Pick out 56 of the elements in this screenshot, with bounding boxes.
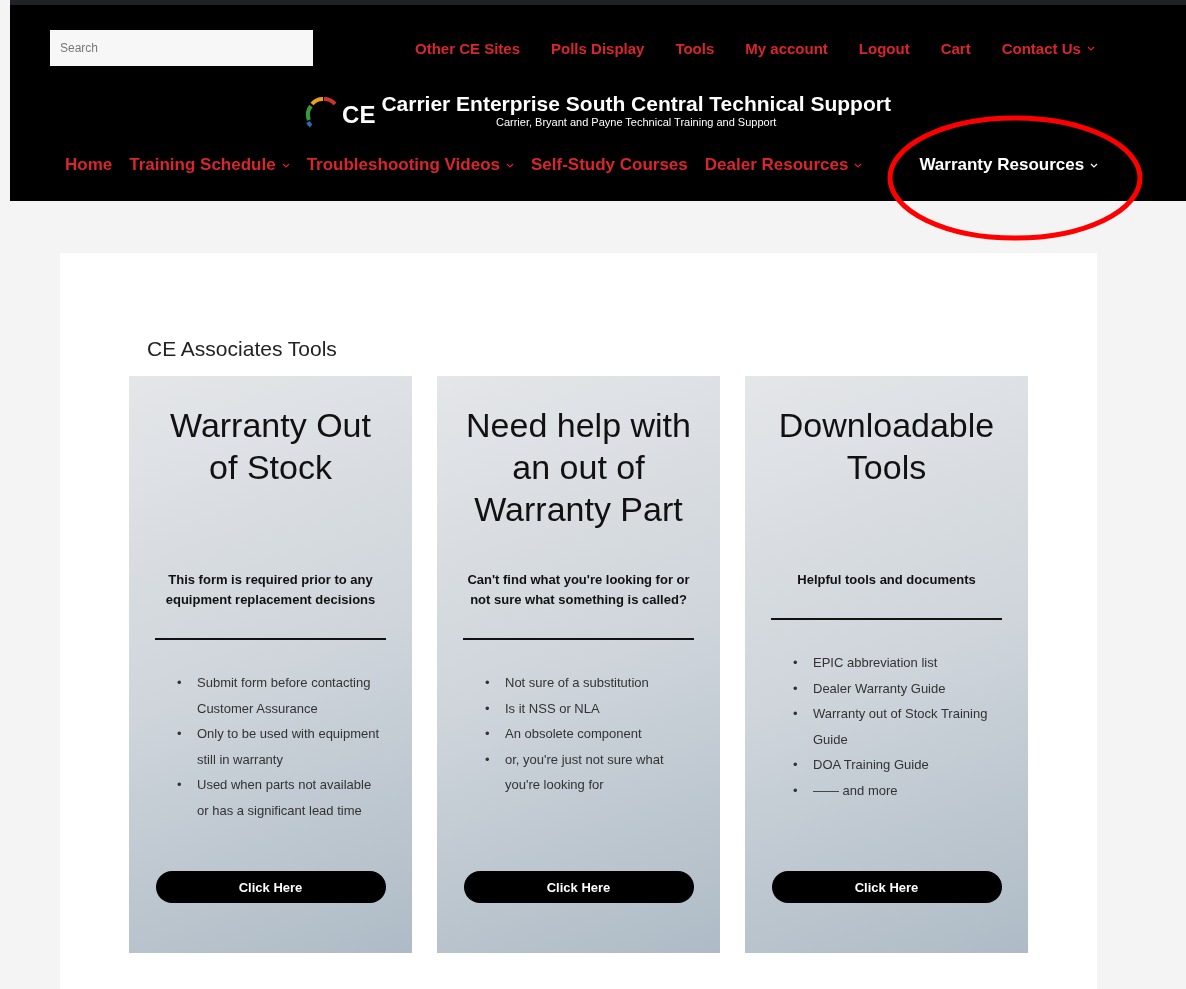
bullet-item: Only to be used with equipment still in warranty bbox=[197, 725, 381, 769]
bullet-item: DOA Training Guide bbox=[813, 756, 929, 774]
top-link[interactable]: Tools bbox=[675, 39, 715, 57]
nav-link[interactable]: Training Schedule bbox=[129, 155, 290, 175]
nav-link[interactable]: Self-Study Courses bbox=[530, 155, 688, 175]
card-intro: Can't find what you're looking for or not sure what something is called? bbox=[466, 571, 691, 609]
bullet-item: or, you're just not sure what you're looking for bbox=[505, 750, 665, 794]
nav-link[interactable]: Home bbox=[65, 155, 113, 175]
caret-icon bbox=[1090, 162, 1099, 168]
bullet-item: Not sure of a substitution bbox=[505, 674, 649, 692]
top-link[interactable]: My account bbox=[745, 39, 828, 57]
bullet-marker: • bbox=[485, 699, 491, 718]
card-title: Warranty Out of Stock bbox=[169, 405, 372, 488]
bullet-marker: • bbox=[177, 674, 183, 692]
logo-text: CE bbox=[342, 101, 376, 129]
card-title: Need help with an out of Warranty Part bbox=[465, 405, 692, 530]
click-here-button[interactable]: Click Here bbox=[155, 871, 386, 903]
bullet-marker: • bbox=[793, 756, 799, 774]
caret-icon bbox=[854, 162, 863, 168]
nav-link[interactable]: Troubleshooting Videos bbox=[306, 155, 514, 175]
card-title: Downloadable Tools bbox=[777, 405, 996, 488]
section-title: CE Associates Tools bbox=[147, 337, 338, 361]
top-link[interactable]: Contact Us bbox=[1001, 39, 1095, 57]
caret-icon bbox=[1086, 45, 1095, 51]
bullet-item: Dealer Warranty Guide bbox=[813, 679, 946, 698]
bullet-item: An obsolete component bbox=[505, 725, 642, 743]
top-link[interactable]: Polls Display bbox=[551, 39, 645, 57]
bullet-marker: • bbox=[793, 781, 799, 800]
bullet-marker: • bbox=[793, 705, 799, 723]
bullet-item: Submit form before contacting Customer Assurance bbox=[197, 674, 372, 718]
bullet-marker: • bbox=[793, 654, 799, 672]
top-link[interactable]: Cart bbox=[940, 39, 971, 57]
caret-icon bbox=[505, 162, 514, 168]
click-here-button[interactable]: Click Here bbox=[463, 871, 694, 903]
click-here-button[interactable]: Click Here bbox=[771, 871, 1002, 903]
top-link[interactable]: Logout bbox=[858, 39, 910, 57]
top-link[interactable]: Other CE Sites bbox=[415, 39, 521, 57]
caret-icon bbox=[281, 162, 290, 168]
card-intro: Helpful tools and documents bbox=[797, 571, 976, 589]
bullet-marker: • bbox=[485, 725, 491, 743]
site-title: Carrier Enterprise South Central Technical Support bbox=[381, 92, 891, 116]
bullet-item: EPIC abbreviation list bbox=[813, 654, 938, 672]
bullet-item: Warranty out of Stock Training Guide bbox=[813, 705, 989, 749]
bullet-item: Used when parts not available or has a significant lead time bbox=[197, 776, 373, 820]
nav-link[interactable]: Warranty Resources bbox=[919, 155, 1099, 175]
card-intro: This form is required prior to any equipment replacement decisions bbox=[164, 571, 377, 609]
bullet-marker: • bbox=[793, 679, 799, 698]
search-field[interactable]: Search bbox=[50, 30, 313, 66]
nav-link[interactable]: Dealer Resources bbox=[704, 155, 863, 175]
site-subtitle: Carrier, Bryant and Payne Technical Training and Support bbox=[495, 116, 777, 128]
bullet-item: —— and more bbox=[813, 781, 898, 800]
bullet-marker: • bbox=[485, 750, 491, 769]
bullet-item: Is it NSS or NLA bbox=[505, 699, 600, 718]
bullet-marker: • bbox=[177, 725, 183, 743]
bullet-marker: • bbox=[485, 674, 491, 692]
bullet-marker: • bbox=[177, 776, 183, 794]
